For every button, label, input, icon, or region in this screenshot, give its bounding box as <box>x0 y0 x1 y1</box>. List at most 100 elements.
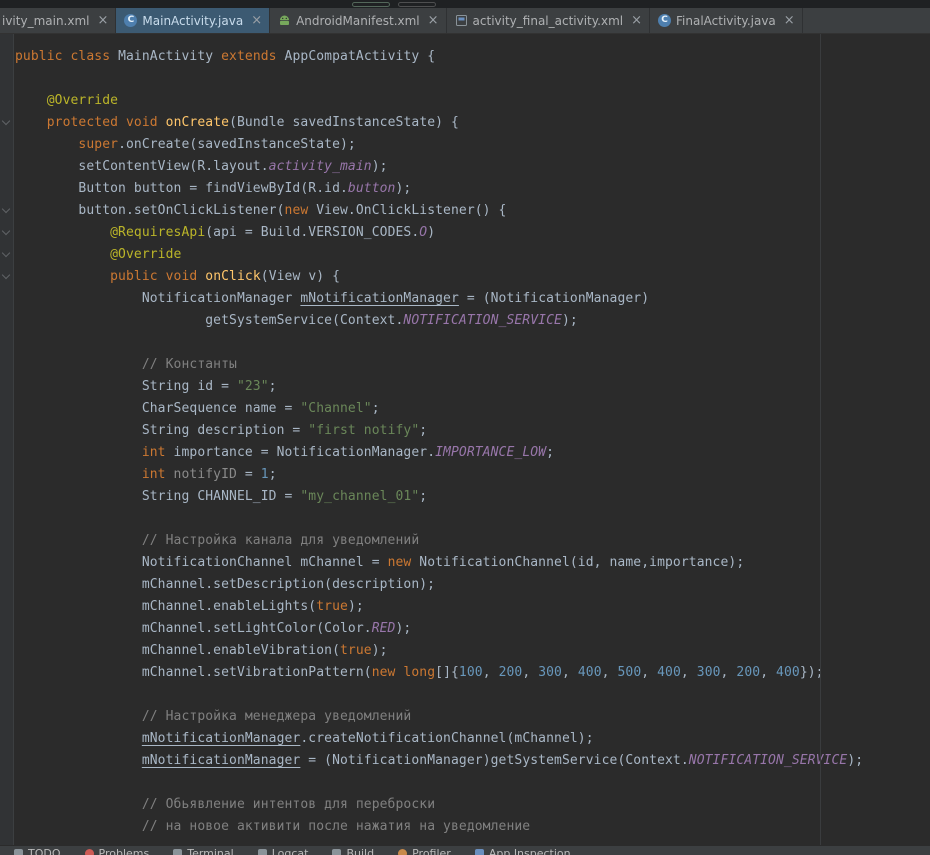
code-area[interactable]: public class MainActivity extends AppCom… <box>15 46 930 838</box>
code-line[interactable]: // Константы <box>15 354 930 376</box>
code-line[interactable]: mNotificationManager = (NotificationMana… <box>15 750 930 772</box>
code-token <box>158 115 166 130</box>
tab-ivity_main.xml[interactable]: ivity_main.xml× <box>0 8 116 33</box>
code-token: String CHANNEL_ID = <box>15 489 300 504</box>
code-line[interactable]: int importance = NotificationManager.IMP… <box>15 442 930 464</box>
code-line[interactable] <box>15 508 930 530</box>
code-line[interactable]: int notifyID = 1; <box>15 464 930 486</box>
code-line[interactable]: mChannel.enableVibration(true); <box>15 640 930 662</box>
tool-window-button-todo[interactable]: TODO <box>14 848 61 855</box>
tab-activity_final_activity.xml[interactable]: activity_final_activity.xml× <box>447 8 650 33</box>
code-token: NotificationChannel(id, name,importance)… <box>411 555 744 570</box>
code-token <box>15 93 47 108</box>
code-token: int <box>142 467 166 482</box>
toolbar-button[interactable] <box>398 2 436 7</box>
code-line[interactable]: Button button = findViewById(R.id.button… <box>15 178 930 200</box>
code-line[interactable] <box>15 68 930 90</box>
code-line[interactable]: @Override <box>15 90 930 112</box>
code-token: NOTIFICATION_SERVICE <box>689 753 848 768</box>
tab-close-icon[interactable]: × <box>631 14 642 27</box>
tab-close-icon[interactable]: × <box>428 14 439 27</box>
code-line[interactable]: String CHANNEL_ID = "my_channel_01"; <box>15 486 930 508</box>
tool-window-button-profiler[interactable]: Profiler <box>398 848 451 855</box>
fold-marker-icon[interactable] <box>2 117 10 125</box>
code-line[interactable]: super.onCreate(savedInstanceState); <box>15 134 930 156</box>
code-token: new <box>388 555 412 570</box>
code-token: activity_main <box>269 159 372 174</box>
code-line[interactable]: mChannel.setVibrationPattern(new long[]{… <box>15 662 930 684</box>
code-token: @Override <box>110 247 181 262</box>
code-token: , <box>602 665 618 680</box>
code-line[interactable]: // Настройка канала для уведомлений <box>15 530 930 552</box>
tool-window-label: Problems <box>99 848 150 855</box>
code-token: @Override <box>47 93 118 108</box>
code-line[interactable]: button.setOnClickListener(new View.OnCli… <box>15 200 930 222</box>
tab-MainActivity.java[interactable]: CMainActivity.java× <box>116 8 270 33</box>
code-line[interactable]: mChannel.enableLights(true); <box>15 596 930 618</box>
code-line[interactable]: NotificationChannel mChannel = new Notif… <box>15 552 930 574</box>
editor-tab-bar: ivity_main.xml×CMainActivity.java×Androi… <box>0 8 930 34</box>
code-token: , <box>681 665 697 680</box>
code-token: , <box>760 665 776 680</box>
code-line[interactable]: // на новое активити после нажатия на ув… <box>15 816 930 838</box>
code-token: ); <box>847 753 863 768</box>
fold-marker-icon[interactable] <box>2 205 10 213</box>
fold-marker-icon[interactable] <box>2 249 10 257</box>
code-token: true <box>340 643 372 658</box>
code-token: NotificationManager <box>15 291 300 306</box>
code-line[interactable]: CharSequence name = "Channel"; <box>15 398 930 420</box>
code-line[interactable]: @Override <box>15 244 930 266</box>
code-token: String description = <box>15 423 308 438</box>
code-line[interactable] <box>15 684 930 706</box>
code-token: class <box>71 49 111 64</box>
code-token: , <box>641 665 657 680</box>
code-line[interactable]: mChannel.setDescription(description); <box>15 574 930 596</box>
code-line[interactable]: getSystemService(Context.NOTIFICATION_SE… <box>15 310 930 332</box>
code-token <box>158 269 166 284</box>
tool-window-button-terminal[interactable]: Terminal <box>173 848 234 855</box>
code-token: onCreate <box>166 115 229 130</box>
code-editor[interactable]: public class MainActivity extends AppCom… <box>0 34 930 845</box>
code-token <box>15 797 142 812</box>
code-token: CharSequence name = <box>15 401 300 416</box>
code-token: ; <box>269 467 277 482</box>
toolbar-button[interactable] <box>352 2 390 7</box>
code-line[interactable]: mNotificationManager.createNotificationC… <box>15 728 930 750</box>
code-token <box>15 225 110 240</box>
android-manifest-icon <box>278 14 291 27</box>
code-line[interactable]: public void onClick(View v) { <box>15 266 930 288</box>
tab-close-icon[interactable]: × <box>251 14 262 27</box>
tool-window-button-app-inspection[interactable]: App Inspection <box>475 848 571 855</box>
code-token: 300 <box>538 665 562 680</box>
code-line[interactable]: String description = "first notify"; <box>15 420 930 442</box>
code-line[interactable]: String id = "23"; <box>15 376 930 398</box>
fold-marker-icon[interactable] <box>2 227 10 235</box>
code-line[interactable]: protected void onCreate(Bundle savedInst… <box>15 112 930 134</box>
code-token: 400 <box>776 665 800 680</box>
code-token: View.OnClickListener() { <box>308 203 506 218</box>
code-line[interactable] <box>15 332 930 354</box>
code-line[interactable]: public class MainActivity extends AppCom… <box>15 46 930 68</box>
code-token: public <box>15 49 63 64</box>
code-line[interactable] <box>15 772 930 794</box>
code-token: AppCompatActivity { <box>277 49 436 64</box>
tab-close-icon[interactable]: × <box>784 14 795 27</box>
tab-AndroidManifest.xml[interactable]: AndroidManifest.xml× <box>270 8 446 33</box>
code-line[interactable]: setContentView(R.layout.activity_main); <box>15 156 930 178</box>
tab-FinalActivity.java[interactable]: CFinalActivity.java× <box>650 8 803 33</box>
code-line[interactable]: mChannel.setLightColor(Color.RED); <box>15 618 930 640</box>
tool-window-button-problems[interactable]: Problems <box>85 848 150 855</box>
code-line[interactable]: // Обьявление интентов для переброски <box>15 794 930 816</box>
code-line[interactable]: // Настройка менеджера уведомлений <box>15 706 930 728</box>
code-token: importance = NotificationManager. <box>166 445 436 460</box>
code-token: IMPORTANCE_LOW <box>435 445 546 460</box>
code-line[interactable]: @RequiresApi(api = Build.VERSION_CODES.O… <box>15 222 930 244</box>
problems-icon <box>85 849 94 855</box>
code-line[interactable]: NotificationManager mNotificationManager… <box>15 288 930 310</box>
code-token: getSystemService(Context. <box>15 313 403 328</box>
tool-window-button-build[interactable]: Build <box>332 848 374 855</box>
profiler-icon <box>398 849 407 855</box>
fold-marker-icon[interactable] <box>2 271 10 279</box>
tool-window-button-logcat[interactable]: Logcat <box>258 848 309 855</box>
tab-close-icon[interactable]: × <box>98 14 109 27</box>
